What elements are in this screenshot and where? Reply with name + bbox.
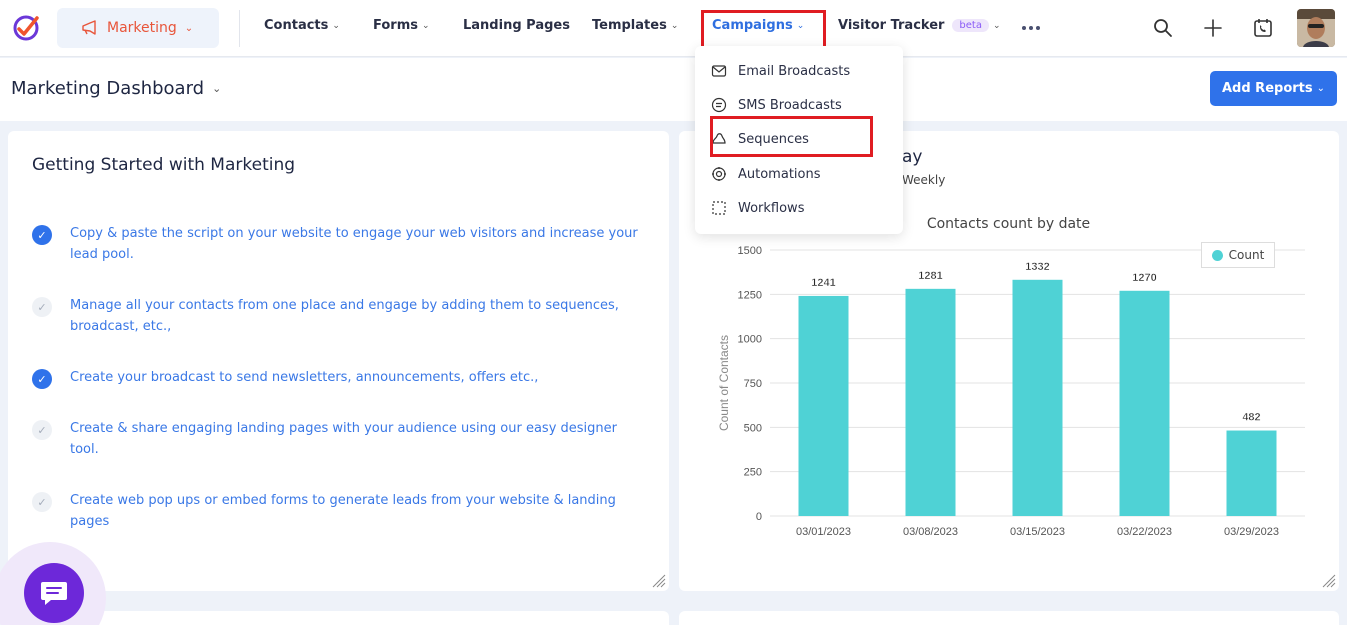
task-text: Create web pop ups or embed forms to gen… bbox=[70, 493, 616, 529]
task-text: Create your broadcast to send newsletter… bbox=[70, 370, 539, 385]
add-reports-button[interactable]: Add Reports ⌄ bbox=[1210, 71, 1337, 106]
app-switcher[interactable]: Marketing ⌄ bbox=[57, 8, 219, 48]
chevron-down-icon: ⌄ bbox=[421, 20, 430, 31]
chevron-down-icon: ⌄ bbox=[992, 20, 1001, 31]
sms-icon bbox=[711, 97, 727, 113]
menu-item-automations[interactable]: Automations bbox=[711, 163, 821, 185]
chart-bar bbox=[1119, 290, 1170, 516]
legend-label: Count bbox=[1228, 248, 1265, 262]
nav-contacts-label: Contacts bbox=[264, 18, 329, 33]
getting-started-title: Getting Started with Marketing bbox=[32, 155, 296, 175]
task-item[interactable]: ✓ Create & share engaging landing pages … bbox=[32, 418, 642, 460]
avatar[interactable] bbox=[1297, 9, 1335, 47]
check-icon: ✓ bbox=[32, 369, 52, 389]
bar-data-label: 1270 bbox=[1132, 272, 1156, 284]
chart-bar bbox=[1012, 279, 1063, 516]
page-title[interactable]: Marketing Dashboard ⌄ bbox=[11, 78, 221, 99]
user-photo bbox=[1297, 9, 1335, 47]
nav-forms-label: Forms bbox=[373, 18, 418, 33]
task-item[interactable]: ✓ Create web pop ups or embed forms to g… bbox=[32, 490, 642, 532]
dashboard-card-stub bbox=[8, 611, 669, 625]
bar-data-label: 1281 bbox=[918, 270, 942, 282]
app-logo-icon[interactable] bbox=[10, 12, 42, 44]
workflow-icon bbox=[712, 201, 726, 215]
nav-templates-label: Templates bbox=[592, 18, 667, 33]
menu-item-label: Email Broadcasts bbox=[738, 63, 851, 79]
megaphone-icon bbox=[82, 20, 96, 35]
x-tick-label: 03/08/2023 bbox=[903, 526, 958, 538]
chart-title: Contacts count by date bbox=[926, 216, 1091, 232]
menu-item-label: Workflows bbox=[738, 200, 805, 216]
menu-item-workflows[interactable]: Workflows bbox=[711, 197, 804, 219]
chevron-down-icon: ⌄ bbox=[670, 20, 679, 31]
getting-started-card: Getting Started with Marketing ✓ Copy & … bbox=[8, 131, 669, 591]
y-tick-label: 1000 bbox=[738, 334, 762, 346]
plus-icon[interactable] bbox=[1201, 16, 1225, 40]
task-item[interactable]: ✓ Manage all your contacts from one plac… bbox=[32, 295, 642, 337]
task-text: Manage all your contacts from one place … bbox=[70, 298, 619, 334]
bar-data-label: 1241 bbox=[811, 277, 835, 289]
x-tick-label: 03/01/2023 bbox=[796, 526, 851, 538]
chart-legend[interactable]: Count bbox=[1201, 242, 1275, 268]
nav-contacts[interactable]: Contacts ⌄ bbox=[264, 18, 340, 33]
y-tick-label: 500 bbox=[744, 422, 762, 434]
task-text: Create & share engaging landing pages wi… bbox=[70, 421, 617, 457]
dashboard-card-stub bbox=[679, 611, 1339, 625]
chat-button[interactable] bbox=[24, 563, 84, 623]
menu-item-sms-broadcasts[interactable]: SMS Broadcasts bbox=[711, 94, 842, 116]
sequences-highlight-box bbox=[710, 116, 873, 157]
search-icon[interactable] bbox=[1151, 16, 1175, 40]
check-icon: ✓ bbox=[32, 297, 52, 317]
check-icon: ✓ bbox=[32, 420, 52, 440]
chart-bar bbox=[798, 295, 849, 516]
chart-bar bbox=[1226, 430, 1277, 516]
nav-landing-pages[interactable]: Landing Pages bbox=[463, 18, 570, 33]
menu-item-email-broadcasts[interactable]: Email Broadcasts bbox=[711, 60, 850, 82]
x-tick-label: 03/29/2023 bbox=[1224, 526, 1279, 538]
y-tick-label: 250 bbox=[744, 467, 762, 479]
app-switcher-label: Marketing bbox=[107, 20, 177, 36]
y-tick-label: 0 bbox=[756, 511, 762, 523]
nav-templates[interactable]: Templates ⌄ bbox=[592, 18, 678, 33]
bar-chart: 0 250 500 750 1000 1250 1500 Count of Contacts 1… bbox=[717, 245, 1305, 538]
menu-item-label: Automations bbox=[738, 166, 821, 182]
legend-swatch bbox=[1211, 249, 1223, 261]
nav-divider bbox=[239, 10, 240, 47]
nav-landing-pages-label: Landing Pages bbox=[463, 18, 570, 33]
chart-bar bbox=[905, 288, 956, 516]
nav-forms[interactable]: Forms ⌄ bbox=[373, 18, 430, 33]
y-tick-label: 1500 bbox=[738, 245, 762, 257]
x-tick-label: 03/22/2023 bbox=[1117, 526, 1172, 538]
top-navbar: Marketing ⌄ Contacts ⌄ Forms ⌄ Landing Pag… bbox=[0, 0, 1347, 57]
beta-badge: beta bbox=[952, 19, 989, 32]
nav-visitor-tracker-label: Visitor Tracker bbox=[838, 18, 945, 33]
chevron-down-icon: ⌄ bbox=[332, 20, 340, 31]
resize-handle-icon[interactable] bbox=[652, 574, 666, 588]
dashboard-header: Marketing Dashboard ⌄ Add Reports ⌄ bbox=[0, 58, 1347, 121]
menu-item-label: SMS Broadcasts bbox=[738, 97, 842, 113]
bar-data-label: 1332 bbox=[1025, 261, 1049, 273]
y-tick-label: 750 bbox=[744, 378, 762, 390]
automation-icon bbox=[712, 167, 726, 181]
chevron-down-icon: ⌄ bbox=[184, 22, 194, 34]
bar-data-label: 482 bbox=[1242, 412, 1260, 424]
chart-card-subtitle: Weekly bbox=[902, 173, 946, 187]
resize-handle-icon[interactable] bbox=[1322, 574, 1336, 588]
chevron-down-icon: ⌄ bbox=[1316, 83, 1326, 94]
y-axis-label: Count of Contacts bbox=[717, 335, 731, 431]
more-horizontal-icon[interactable] bbox=[1019, 16, 1043, 40]
check-icon: ✓ bbox=[32, 492, 52, 512]
mail-icon bbox=[711, 65, 727, 77]
x-tick-label: 03/15/2023 bbox=[1010, 526, 1065, 538]
page-title-text: Marketing Dashboard bbox=[11, 78, 205, 99]
y-tick-label: 1250 bbox=[738, 289, 762, 301]
nav-visitor-tracker[interactable]: Visitor Tracker beta ⌄ bbox=[838, 18, 1001, 33]
chart-card-title: ay bbox=[902, 147, 923, 167]
chat-icon bbox=[41, 582, 67, 605]
phone-calendar-icon[interactable] bbox=[1251, 16, 1275, 40]
add-reports-label: Add Reports bbox=[1221, 81, 1313, 96]
task-item[interactable]: ✓ Create your broadcast to send newslett… bbox=[32, 367, 642, 389]
chevron-down-icon: ⌄ bbox=[212, 82, 222, 95]
